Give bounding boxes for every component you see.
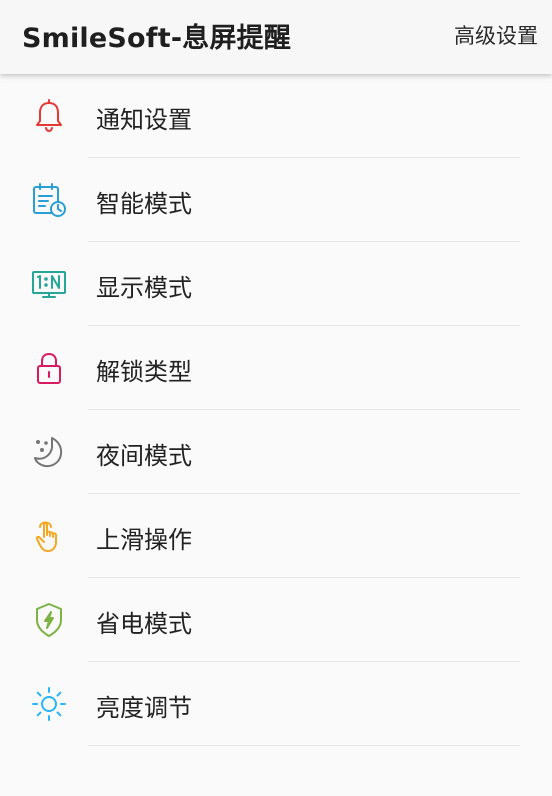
lock-icon (30, 349, 68, 387)
menu-item-swipe-up-action[interactable]: 上滑操作 (0, 494, 552, 578)
battery-shield-icon (30, 601, 68, 639)
app-title: SmileSoft-息屏提醒 (22, 23, 292, 54)
hand-swipe-icon (30, 517, 68, 555)
menu-item-label: 上滑操作 (96, 526, 192, 554)
menu-item-label: 省电模式 (96, 610, 192, 638)
menu-item-label: 显示模式 (96, 274, 192, 302)
menu-item-label: 解锁类型 (96, 358, 192, 386)
menu-item-label: 通知设置 (96, 106, 192, 134)
menu-item-power-saving-mode[interactable]: 省电模式 (0, 578, 552, 662)
ratio-display-icon (30, 265, 68, 303)
menu-item-label: 智能模式 (96, 190, 192, 218)
menu-item-label: 夜间模式 (96, 442, 192, 470)
menu-item-night-mode[interactable]: 夜间模式 (0, 410, 552, 494)
menu-item-notification-settings[interactable]: 通知设置 (0, 74, 552, 158)
menu-item-display-mode[interactable]: 显示模式 (0, 242, 552, 326)
calendar-clock-icon (30, 181, 68, 219)
menu-item-label: 亮度调节 (96, 694, 192, 722)
settings-menu: 通知设置 智能模式 显示模式 解锁类型 夜间模式 上滑操作 省电模式 亮度调节 (0, 74, 552, 746)
advanced-settings-button[interactable]: 高级设置 (454, 20, 538, 50)
app-bar: SmileSoft-息屏提醒 高级设置 (0, 0, 552, 74)
bell-icon (30, 97, 68, 135)
sun-icon (30, 685, 68, 723)
menu-item-unlock-type[interactable]: 解锁类型 (0, 326, 552, 410)
moon-icon (30, 433, 68, 471)
menu-item-brightness-adjustment[interactable]: 亮度调节 (0, 662, 552, 746)
menu-item-smart-mode[interactable]: 智能模式 (0, 158, 552, 242)
divider (88, 745, 520, 746)
